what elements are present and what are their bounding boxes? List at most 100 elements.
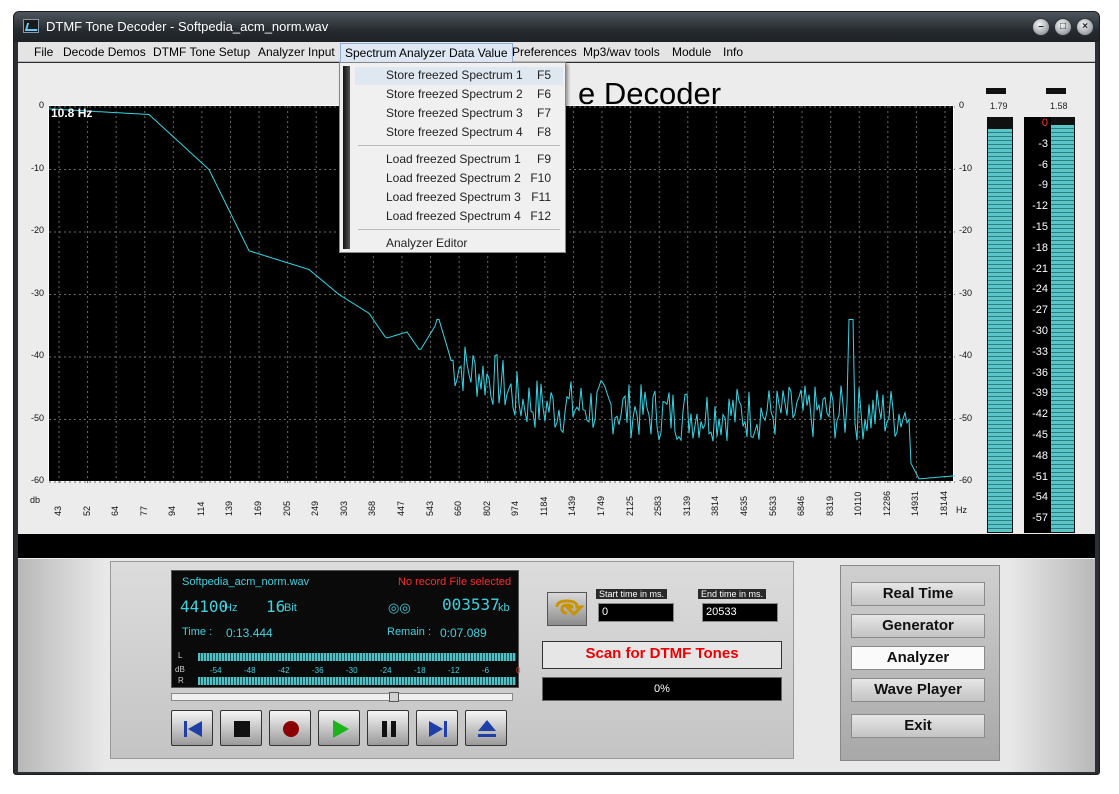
vu-meter-right [1049, 117, 1075, 533]
menu-item-shortcut: F7 [536, 106, 551, 120]
play-button[interactable] [318, 710, 360, 746]
menu-item-label: Load freezed Spectrum 4 [386, 209, 521, 223]
menu-decode-demos[interactable]: Decode Demos [63, 45, 146, 59]
menu-analyzer-input[interactable]: Analyzer Input [258, 45, 335, 59]
player-meter-tick: -24 [380, 666, 392, 675]
scan-repeat-button[interactable] [547, 592, 587, 626]
player-filename: Softpedia_acm_norm.wav [182, 576, 310, 588]
menu-item-shortcut: F10 [530, 171, 551, 185]
meter-r-label: R [178, 676, 184, 685]
x-tick-label: 52 [81, 505, 92, 516]
scan-dtmf-button[interactable]: Scan for DTMF Tones [542, 641, 782, 669]
previous-button[interactable] [171, 710, 213, 746]
menu-item-shortcut: F5 [536, 68, 551, 82]
menu-module[interactable]: Module [672, 45, 711, 59]
record-button[interactable] [269, 710, 311, 746]
stop-button[interactable] [220, 710, 262, 746]
player-meter-right [198, 677, 516, 685]
spectrum-menu-item[interactable]: Load freezed Spectrum 1 F9 [340, 152, 565, 168]
scan-progress: 0% [542, 677, 782, 701]
window-title: DTMF Tone Decoder - Softpedia_acm_norm.w… [46, 19, 329, 34]
end-time-input[interactable]: 20533 [702, 603, 778, 622]
seek-bar[interactable] [171, 692, 513, 702]
x-tick-label: 94 [167, 505, 178, 516]
eject-button[interactable] [465, 710, 507, 746]
menu-item-label: Load freezed Spectrum 2 [386, 171, 521, 185]
db-scale-value: -42 [1032, 408, 1048, 421]
x-tick-label: 8319 [824, 495, 835, 516]
menu-item-shortcut: F12 [530, 209, 551, 223]
db-scale-value: -45 [1032, 429, 1048, 441]
skip-back-icon [184, 721, 202, 737]
maximize-button[interactable]: □ [1054, 18, 1072, 36]
spectrum-menu-item[interactable]: Load freezed Spectrum 4 F12 [340, 209, 565, 225]
menu-item-label: Store freezed Spectrum 4 [386, 125, 523, 139]
db-scale-value: -54 [1032, 491, 1048, 504]
pause-button[interactable] [367, 710, 409, 746]
db-scale-value: -33 [1032, 345, 1048, 358]
x-tick-label: 114 [195, 501, 206, 516]
mode-panel: Real Time Generator Analyzer Wave Player… [840, 565, 1000, 761]
spectrum-menu-item[interactable]: Store freezed Spectrum 3 F7 [340, 106, 565, 122]
analyzer-button[interactable]: Analyzer [851, 646, 985, 670]
menu-preferences[interactable]: Preferences [512, 45, 577, 59]
menu-info[interactable]: Info [723, 45, 743, 59]
db-scale-value: -51 [1032, 470, 1048, 483]
y-unit-label: db [30, 495, 41, 505]
app-icon[interactable] [23, 19, 39, 33]
x-tick-label: 4635 [738, 495, 749, 516]
x-tick-label: 14931 [910, 490, 921, 516]
spectrum-menu-item[interactable]: Load freezed Spectrum 2 F10 [340, 171, 565, 187]
y-tick-left: -10 [30, 162, 44, 173]
menu-item-label: Load freezed Spectrum 1 [386, 152, 521, 166]
close-button[interactable]: × [1076, 18, 1094, 36]
spectrum-menu-item[interactable]: Store freezed Spectrum 2 F6 [340, 87, 565, 103]
meter-db-label: dB [175, 665, 185, 674]
menu-item-label: Load freezed Spectrum 3 [386, 190, 521, 204]
meter-l-label: L [178, 651, 183, 660]
skip-forward-icon [429, 721, 447, 737]
minimize-button[interactable]: – [1032, 18, 1050, 36]
time-label: Time : [182, 626, 213, 638]
menu-mp3-wav-tools[interactable]: Mp3/wav tools [583, 45, 660, 59]
real-time-button[interactable]: Real Time [851, 582, 985, 606]
db-scale-value: -12 [1032, 200, 1048, 213]
play-icon [333, 720, 349, 738]
x-tick-label: 303 [338, 500, 349, 516]
wave-player-button[interactable]: Wave Player [851, 678, 985, 702]
vu-right-cap [1046, 88, 1066, 94]
eject-icon [478, 720, 496, 737]
spectrum-menu-item[interactable]: Store freezed Spectrum 4 F8 [340, 125, 565, 141]
menu-dtmf-tone-setup[interactable]: DTMF Tone Setup [153, 45, 250, 59]
vu-right-peak: 1.58 [1050, 101, 1068, 111]
x-tick-label: 660 [453, 500, 464, 516]
menu-file[interactable]: File [34, 45, 53, 59]
player-meter-tick: -36 [312, 666, 324, 675]
player-meter-tick: -54 [210, 666, 222, 675]
spectrum-menu-item[interactable]: Store freezed Spectrum 1 F5 [340, 68, 565, 84]
title-bar[interactable]: DTMF Tone Decoder - Softpedia_acm_norm.w… [14, 12, 1099, 42]
x-tick-label: 10110 [853, 491, 864, 516]
next-button[interactable] [416, 710, 458, 746]
menu-spectrum-analyzer-data-value[interactable]: Spectrum Analyzer Data Value [340, 43, 513, 63]
x-tick-label: 1184 [538, 496, 549, 516]
db-scale-value: -48 [1032, 449, 1048, 462]
db-scale-value: 0 [1041, 117, 1048, 129]
generator-button[interactable]: Generator [851, 614, 985, 638]
y-tick-right: -50 [959, 412, 973, 423]
exit-button[interactable]: Exit [851, 714, 985, 738]
status-strip [18, 534, 1095, 558]
menu-item-label: Analyzer Editor [386, 236, 468, 250]
vu-left-peak: 1.79 [990, 101, 1008, 111]
spectrum-menu-item[interactable]: Load freezed Spectrum 3 F11 [340, 190, 565, 206]
start-time-input[interactable]: 0 [598, 603, 674, 622]
spectrum-menu-item[interactable]: Analyzer Editor [340, 236, 565, 252]
x-tick-label: 5633 [767, 495, 778, 516]
y-tick-right: 0 [959, 100, 965, 110]
end-time-label: End time in ms. [698, 589, 767, 599]
x-tick-label: 249 [310, 500, 321, 516]
seek-thumb[interactable] [389, 692, 400, 702]
x-tick-label: 447 [395, 500, 406, 516]
x-tick-label: 368 [367, 500, 378, 516]
menu-item-label: Store freezed Spectrum 1 [386, 68, 523, 82]
